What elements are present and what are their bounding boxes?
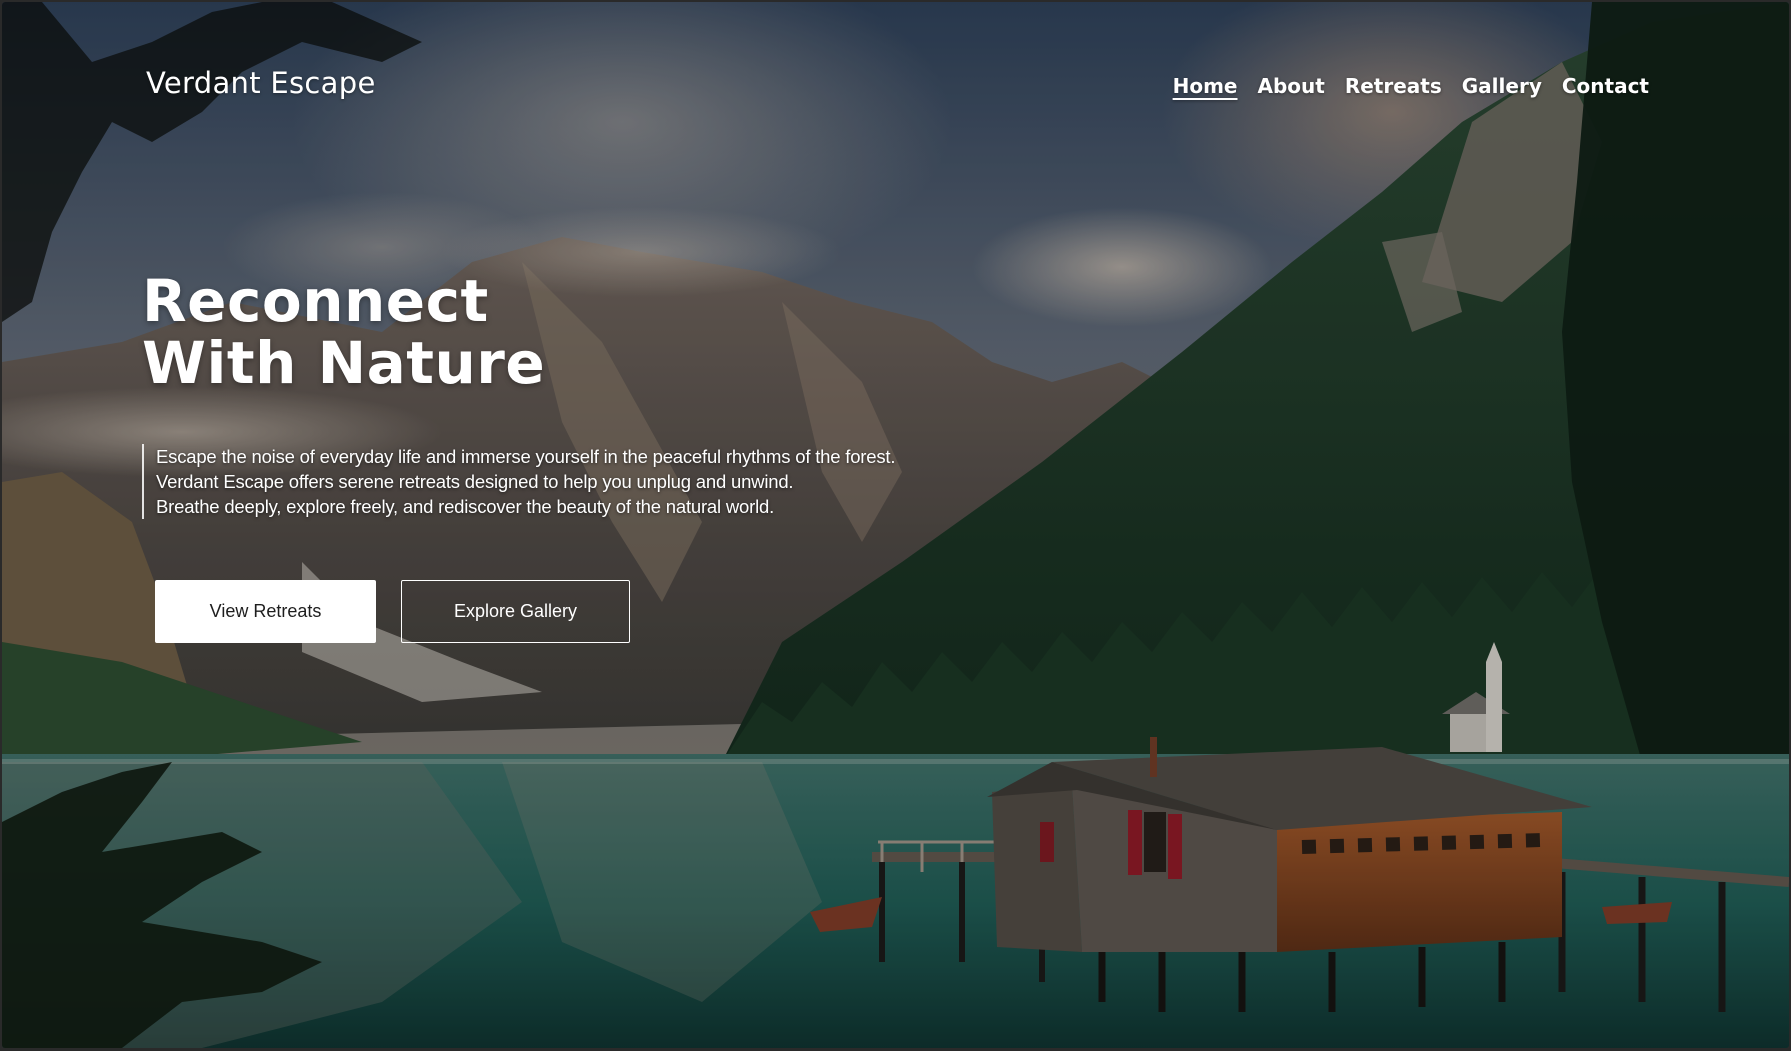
site-logo[interactable]: Verdant Escape [146, 66, 376, 100]
hero-headline-line-1: Reconnect [142, 267, 489, 335]
hero-intro-line: Breathe deeply, explore freely, and redi… [156, 496, 775, 517]
nav-link-gallery[interactable]: Gallery [1462, 74, 1542, 98]
nav-link-retreats[interactable]: Retreats [1345, 74, 1442, 98]
hero-intro: Escape the noise of everyday life and im… [142, 444, 895, 519]
view-retreats-button[interactable]: View Retreats [155, 580, 376, 643]
image-overlay [2, 2, 1789, 1048]
explore-gallery-button[interactable]: Explore Gallery [401, 580, 630, 643]
nav-link-about[interactable]: About [1258, 74, 1325, 98]
hero-section: Verdant Escape Home About Retreats Galle… [2, 2, 1789, 1048]
hero-headline-line-2: With Nature [142, 329, 546, 397]
nav-link-contact[interactable]: Contact [1562, 74, 1649, 98]
hero-intro-line: Escape the noise of everyday life and im… [156, 446, 896, 467]
hero-headline: Reconnect With Nature [142, 270, 545, 394]
main-nav: Home About Retreats Gallery Contact [1173, 74, 1649, 98]
hero-intro-line: Verdant Escape offers serene retreats de… [156, 471, 794, 492]
nav-link-home[interactable]: Home [1173, 74, 1238, 98]
